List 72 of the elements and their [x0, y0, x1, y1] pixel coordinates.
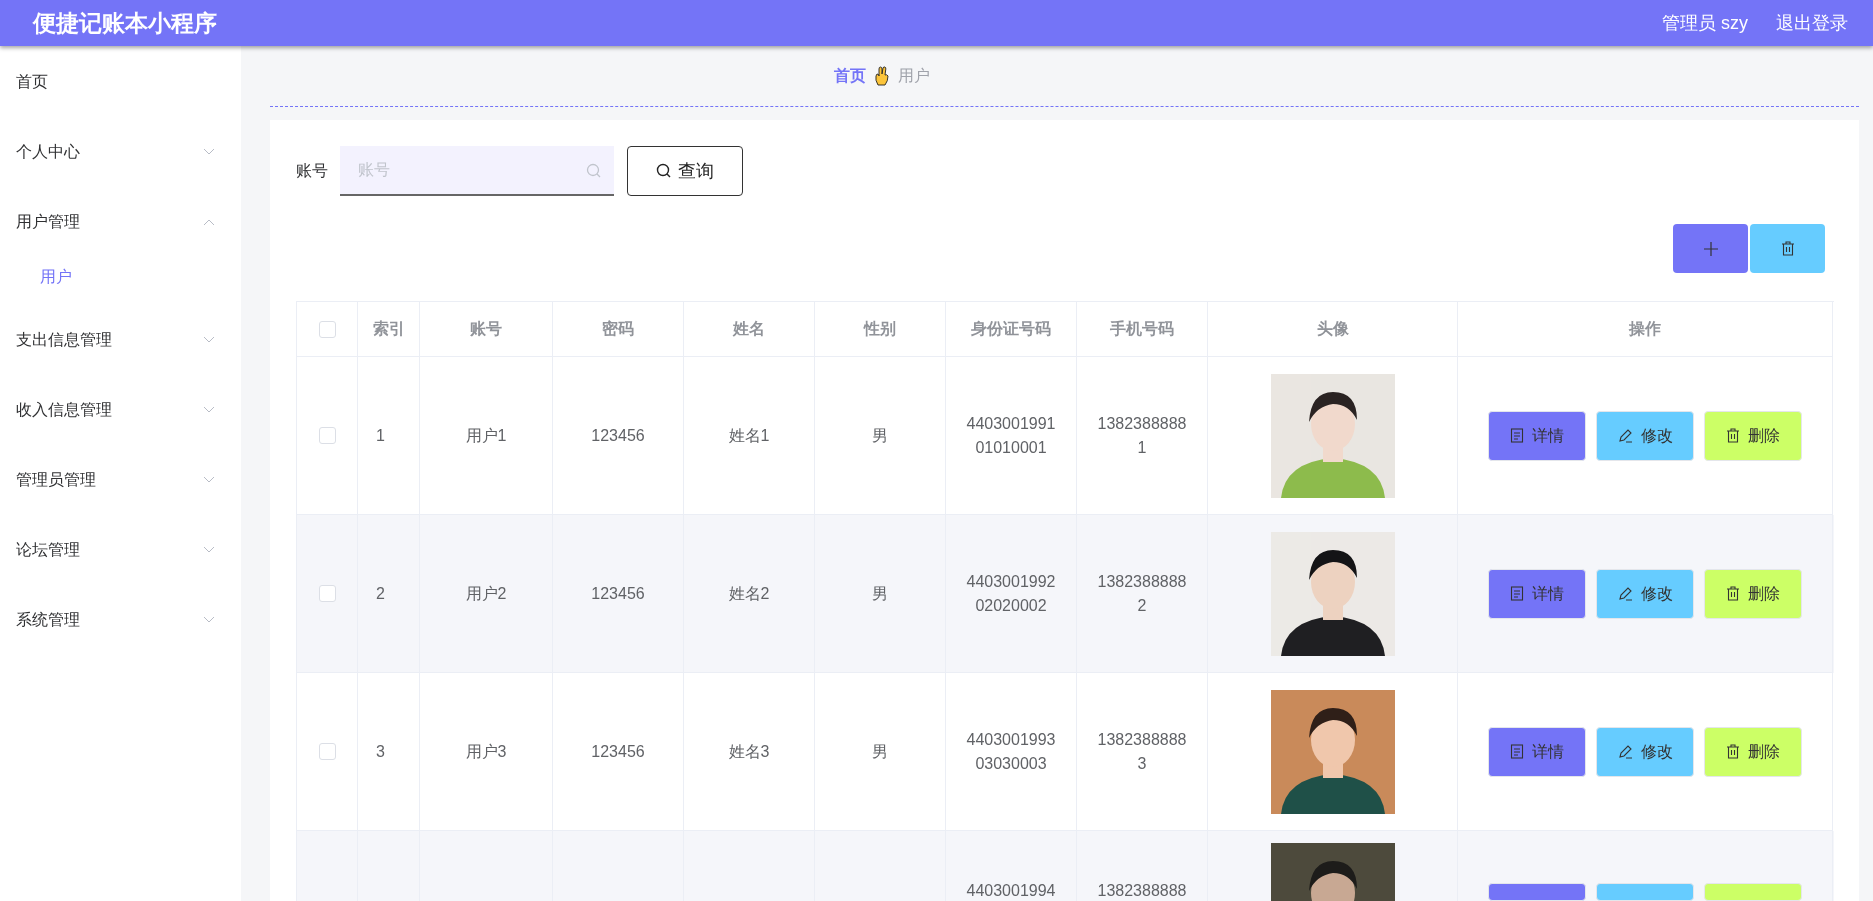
cell-text: 1382388888 — [1097, 881, 1187, 901]
sidebar-item[interactable]: 支出信息管理 — [0, 305, 241, 375]
delete-button[interactable]: 删除 — [1704, 726, 1802, 777]
cell-text: 男 — [872, 741, 888, 762]
edit-button[interactable] — [1596, 883, 1694, 901]
plus-icon — [1702, 240, 1719, 257]
chevron-up-icon — [203, 218, 215, 226]
delete-button[interactable]: 删除 — [1704, 410, 1802, 461]
edit-button[interactable]: 修改 — [1596, 568, 1694, 619]
cell-text: 姓名1 — [728, 425, 770, 446]
cell-text: 13823888882 — [1096, 571, 1188, 616]
chevron-down-icon — [203, 546, 215, 554]
cell-text: 440300199303030003 — [965, 729, 1057, 774]
sidebar-item[interactable]: 收入信息管理 — [0, 375, 241, 445]
trash-icon — [1780, 241, 1795, 256]
document-icon — [1510, 428, 1524, 443]
document-icon — [1510, 744, 1524, 759]
app-title: 便捷记账本小程序 — [33, 8, 217, 38]
trash-icon — [1726, 428, 1740, 443]
search-icon — [656, 163, 672, 179]
sidebar-item[interactable]: 管理员管理 — [0, 445, 241, 515]
chevron-down-icon — [203, 336, 215, 344]
delete-button[interactable] — [1704, 883, 1802, 901]
cell-text: 1 — [376, 425, 385, 446]
add-button[interactable] — [1673, 224, 1748, 273]
cell-text: 123456 — [591, 425, 645, 446]
trash-icon — [1726, 586, 1740, 601]
sidebar-item[interactable]: 首页 — [0, 47, 241, 117]
chevron-down-icon — [203, 406, 215, 414]
sidebar-item[interactable]: 系统管理 — [0, 585, 241, 655]
logout-link[interactable]: 退出登录 — [1776, 9, 1848, 37]
edit-button[interactable]: 修改 — [1596, 410, 1694, 461]
cell-text: 3 — [376, 741, 385, 762]
sidebar-item[interactable]: 论坛管理 — [0, 515, 241, 585]
cell-text: 2 — [376, 583, 385, 604]
cell-text: 13823888883 — [1096, 729, 1188, 774]
cell-text: 123456 — [591, 583, 645, 604]
breadcrumb-current: 用户 — [897, 66, 930, 86]
cell-text: 4403001994 — [966, 881, 1056, 901]
batch-delete-button[interactable] — [1750, 224, 1825, 273]
cell-text: 姓名3 — [728, 741, 770, 762]
sidebar-item[interactable]: 个人中心 — [0, 117, 241, 187]
search-icon — [586, 163, 602, 179]
chevron-down-icon — [203, 476, 215, 484]
checkbox[interactable] — [318, 427, 336, 444]
cell-text: 123456 — [591, 741, 645, 762]
query-button[interactable]: 查询 — [627, 146, 743, 196]
cell-text: 440300199202020002 — [965, 571, 1057, 616]
edit-button[interactable]: 修改 — [1596, 726, 1694, 777]
cell-text: 用户2 — [465, 583, 507, 604]
checkbox[interactable] — [318, 320, 336, 338]
document-icon — [1510, 586, 1524, 601]
cell-text: 13823888881 — [1096, 413, 1188, 458]
hand-icon — [873, 66, 890, 86]
delete-button[interactable]: 删除 — [1704, 568, 1802, 619]
checkbox[interactable] — [318, 743, 336, 760]
checkbox[interactable] — [318, 585, 336, 602]
cell-text: 440300199101010001 — [965, 413, 1057, 458]
chevron-down-icon — [203, 148, 215, 156]
field-label: 账号 — [296, 161, 328, 181]
pencil-icon — [1617, 428, 1633, 443]
cell-text: 用户3 — [465, 741, 507, 762]
admin-name: 管理员 szy — [1662, 11, 1748, 35]
pencil-icon — [1617, 586, 1633, 601]
cell-text: 男 — [872, 425, 888, 446]
cell-text: 用户1 — [465, 425, 507, 446]
cell-text: 男 — [872, 583, 888, 604]
trash-icon — [1726, 744, 1740, 759]
chevron-down-icon — [203, 616, 215, 624]
detail-button[interactable] — [1488, 883, 1586, 901]
cell-text: 姓名2 — [728, 583, 770, 604]
pencil-icon — [1617, 744, 1633, 759]
